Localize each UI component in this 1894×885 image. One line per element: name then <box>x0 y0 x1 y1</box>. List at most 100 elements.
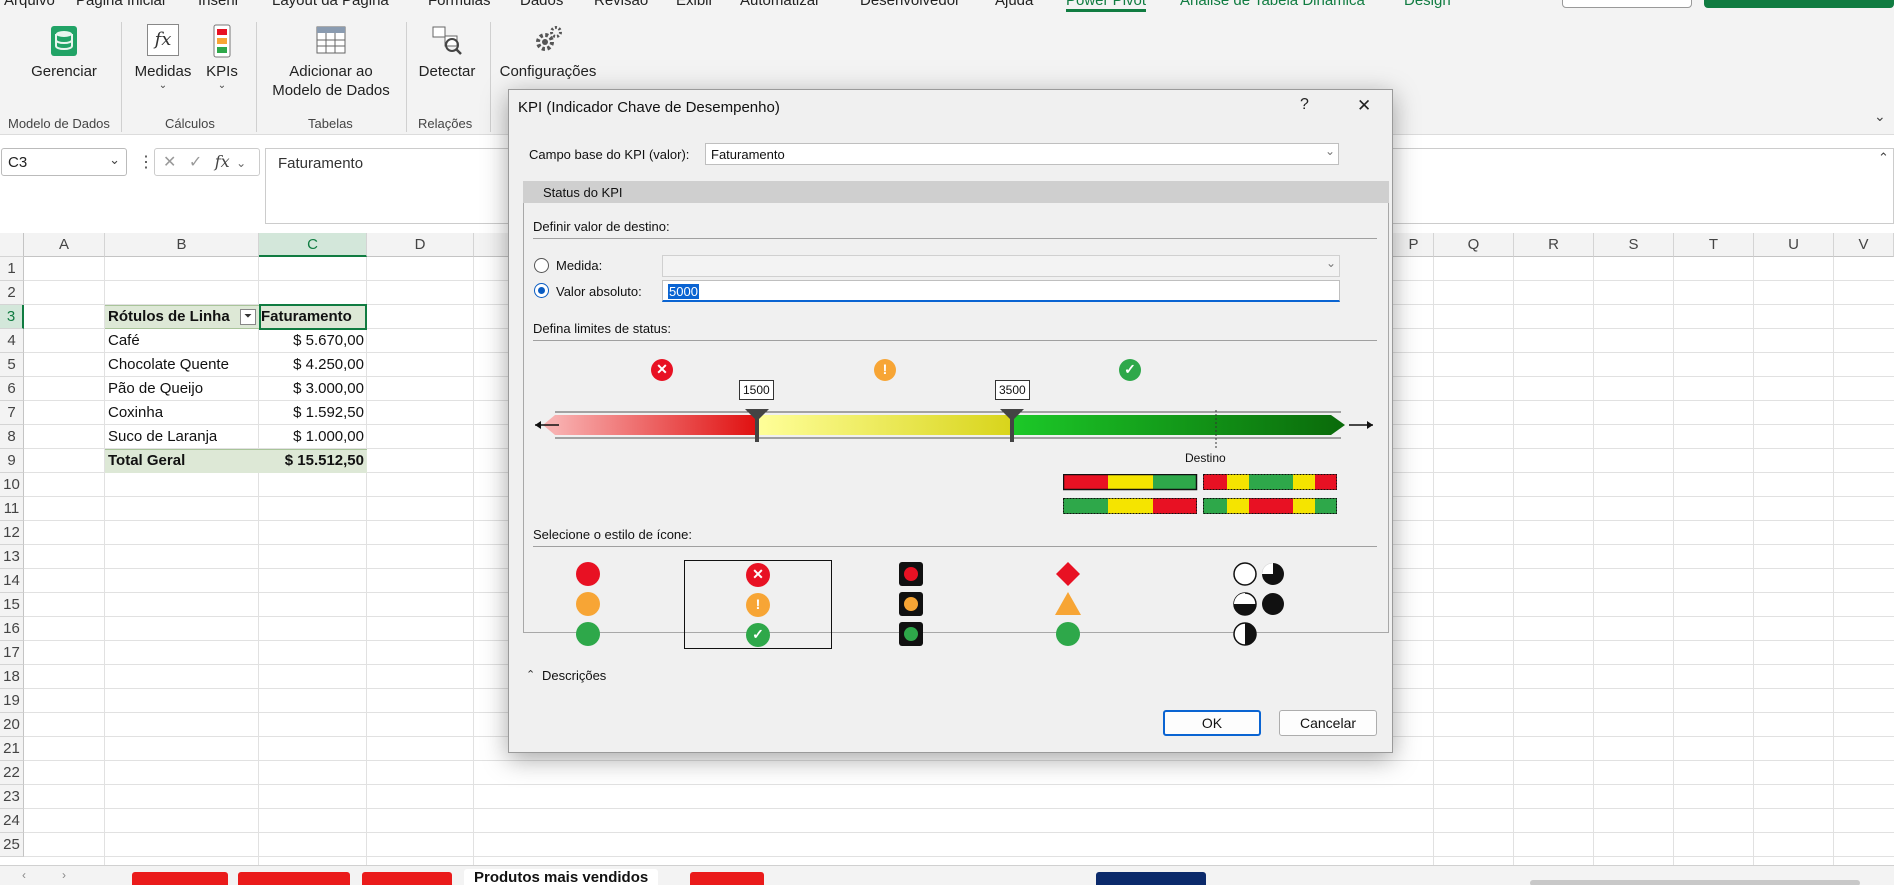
icon-set-shapes[interactable] <box>1053 560 1083 650</box>
name-box[interactable]: C3 ⌄ <box>1 148 127 176</box>
pivot-row-value[interactable]: $ 1.592,50 <box>262 401 364 425</box>
close-icon[interactable]: ✕ <box>1357 96 1371 116</box>
row-header[interactable]: 4 <box>0 329 24 353</box>
tab-arquivo[interactable]: Arquivo <box>4 0 55 9</box>
pivot-row-value[interactable]: $ 1.000,00 <box>262 425 364 449</box>
row-header[interactable]: 18 <box>0 665 24 689</box>
scroll-right-icon[interactable]: › <box>62 868 66 882</box>
kpis-button[interactable]: KPIs ⌄ <box>202 24 242 91</box>
tab-revisao[interactable]: Revisão <box>594 0 648 9</box>
row-header[interactable]: 15 <box>0 593 24 617</box>
cancel-button[interactable]: Cancelar <box>1279 710 1377 736</box>
detectar-button[interactable]: Detectar <box>412 24 482 81</box>
search-box[interactable] <box>1562 0 1692 8</box>
col-header-b[interactable]: B <box>105 233 259 257</box>
band-red-yellow-green-yellow-red[interactable] <box>1203 474 1337 490</box>
row-header[interactable]: 10 <box>0 473 24 497</box>
pivot-row-value[interactable]: $ 3.000,00 <box>262 377 364 401</box>
row-header[interactable]: 19 <box>0 689 24 713</box>
row-header[interactable]: 12 <box>0 521 24 545</box>
expand-formula-icon[interactable]: ⌃ <box>1878 150 1889 166</box>
more-options-icon[interactable]: ⋮ <box>138 152 154 172</box>
col-header-u[interactable]: U <box>1754 233 1834 257</box>
band-green-yellow-red[interactable] <box>1063 498 1197 514</box>
icon-set-symbols-selected[interactable]: ✕ ! ✓ <box>684 560 832 649</box>
threshold-low-box[interactable]: 1500 <box>739 380 774 400</box>
filter-dropdown-icon[interactable]: ⏷ <box>240 309 256 325</box>
row-header[interactable]: 23 <box>0 785 24 809</box>
sheet-tab-active[interactable]: Produtos mais vendidos <box>464 869 659 885</box>
row-header[interactable]: 16 <box>0 617 24 641</box>
col-header-c[interactable]: C <box>259 233 367 257</box>
col-header-d[interactable]: D <box>367 233 474 257</box>
tab-automatizar[interactable]: Automatizar <box>740 0 820 9</box>
ok-button[interactable]: OK <box>1163 710 1261 736</box>
pivot-row-value[interactable]: $ 5.670,00 <box>262 329 364 353</box>
tab-desenvolvedor[interactable]: Desenvolvedor <box>860 0 960 9</box>
status-limits-bar[interactable] <box>531 400 1377 450</box>
pivot-row-label[interactable]: Coxinha <box>108 401 163 425</box>
gerenciar-button[interactable]: Gerenciar <box>24 24 104 81</box>
pivot-row-label[interactable]: Pão de Queijo <box>108 377 203 401</box>
collapse-ribbon-icon[interactable]: ⌄ <box>1874 108 1886 125</box>
row-header[interactable]: 24 <box>0 809 24 833</box>
tab-analise[interactable]: Análise de Tabela Dinâmica <box>1180 0 1365 9</box>
threshold-high-box[interactable]: 3500 <box>995 380 1030 400</box>
row-header[interactable]: 14 <box>0 569 24 593</box>
tab-ajuda[interactable]: Ajuda <box>995 0 1033 9</box>
tab-design[interactable]: Design <box>1404 0 1451 9</box>
row-header[interactable]: 2 <box>0 281 24 305</box>
pivot-row-value[interactable]: $ 4.250,00 <box>262 353 364 377</box>
row-header[interactable]: 17 <box>0 641 24 665</box>
row-header[interactable]: 20 <box>0 713 24 737</box>
cancel-icon[interactable]: ✕ <box>163 154 176 171</box>
icon-set-circles[interactable] <box>569 560 609 650</box>
pivot-total-value[interactable]: $ 15.512,50 <box>262 449 364 473</box>
insert-function-icon[interactable]: fx <box>215 152 230 171</box>
medidas-button[interactable]: fx Medidas ⌄ <box>130 24 196 91</box>
sheet-tab-navy[interactable] <box>1096 872 1206 885</box>
measure-radio[interactable] <box>534 258 549 273</box>
absolute-radio[interactable] <box>534 283 549 298</box>
sheet-tab-red-1[interactable] <box>132 872 228 885</box>
row-header[interactable]: 5 <box>0 353 24 377</box>
horizontal-scrollbar[interactable] <box>1530 880 1860 885</box>
row-header[interactable]: 11 <box>0 497 24 521</box>
absolute-value-input[interactable]: 5000 <box>662 280 1340 302</box>
row-header[interactable]: 13 <box>0 545 24 569</box>
sheet-tab-red-2[interactable] <box>238 872 350 885</box>
icon-set-quarters[interactable] <box>1231 560 1295 650</box>
tab-dados[interactable]: Dados <box>520 0 563 9</box>
pivot-row-label[interactable]: Café <box>108 329 140 353</box>
configuracoes-button[interactable]: Configurações <box>498 24 598 81</box>
row-header[interactable]: 7 <box>0 401 24 425</box>
scroll-left-icon[interactable]: ‹ <box>22 868 26 882</box>
confirm-icon[interactable]: ✓ <box>189 154 202 171</box>
col-header-t[interactable]: T <box>1674 233 1754 257</box>
tab-layout[interactable]: Layout da Página <box>272 0 389 9</box>
row-header[interactable]: 6 <box>0 377 24 401</box>
select-all-corner[interactable] <box>0 233 24 257</box>
tab-inserir[interactable]: Inserir <box>198 0 240 9</box>
col-header-v[interactable]: V <box>1834 233 1894 257</box>
collapse-descriptions-icon[interactable]: ⌃ <box>526 668 535 681</box>
band-style-options[interactable] <box>1063 474 1363 524</box>
icon-set-traffic-lights[interactable] <box>897 560 927 650</box>
tab-formulas[interactable]: Fórmulas <box>428 0 491 9</box>
row-header[interactable]: 8 <box>0 425 24 449</box>
col-header-a[interactable]: A <box>24 233 105 257</box>
sheet-tab-red-3[interactable] <box>362 872 452 885</box>
col-header-r[interactable]: R <box>1514 233 1594 257</box>
row-header[interactable]: 1 <box>0 257 24 281</box>
pivot-row-label[interactable]: Chocolate Quente <box>108 353 229 377</box>
col-header-s[interactable]: S <box>1594 233 1674 257</box>
pivot-total-label[interactable]: Total Geral <box>108 449 185 473</box>
row-header[interactable]: 22 <box>0 761 24 785</box>
base-field-select[interactable]: Faturamento ⌄ <box>705 143 1339 165</box>
share-button[interactable] <box>1704 0 1894 8</box>
pivot-header-label[interactable]: Rótulos de Linha <box>108 305 230 329</box>
help-icon[interactable]: ? <box>1300 96 1309 114</box>
tab-pagina-inicial[interactable]: Página Inicial <box>76 0 165 9</box>
row-header[interactable]: 9 <box>0 449 24 473</box>
pivot-row-label[interactable]: Suco de Laranja <box>108 425 217 449</box>
